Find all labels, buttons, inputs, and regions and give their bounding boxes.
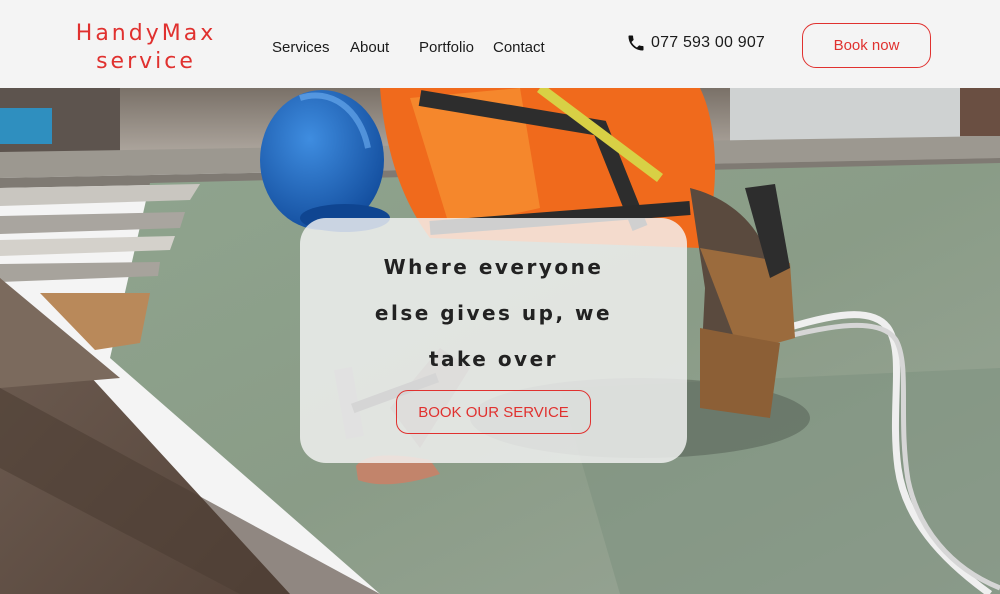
site-header: HandyMax service Services About Portfoli… (0, 0, 1000, 88)
phone-icon (628, 35, 644, 51)
hero-title-line-3: take over (428, 347, 559, 371)
hero-title-line-2: else gives up, we (374, 301, 613, 325)
hero-section: Where everyone else gives up, we take ov… (0, 88, 1000, 594)
hero-card: Where everyone else gives up, we take ov… (300, 218, 687, 463)
hero-title-line-1: Where everyone (383, 255, 604, 279)
phone-contact[interactable]: 077 593 00 907 (626, 30, 765, 56)
book-now-button[interactable]: Book now (802, 23, 931, 68)
nav-about[interactable]: About (350, 39, 389, 56)
nav-contact[interactable]: Contact (493, 39, 545, 56)
hero-title: Where everyone else gives up, we take ov… (300, 244, 687, 382)
phone-number: 077 593 00 907 (651, 34, 766, 51)
nav-portfolio[interactable]: Portfolio (419, 39, 474, 56)
book-service-button[interactable]: BOOK OUR SERVICE (396, 390, 591, 434)
logo-line-2: service (96, 49, 196, 74)
logo-line-1: HandyMax (75, 21, 217, 46)
logo[interactable]: HandyMax service (66, 20, 226, 76)
nav-services[interactable]: Services (272, 39, 330, 56)
